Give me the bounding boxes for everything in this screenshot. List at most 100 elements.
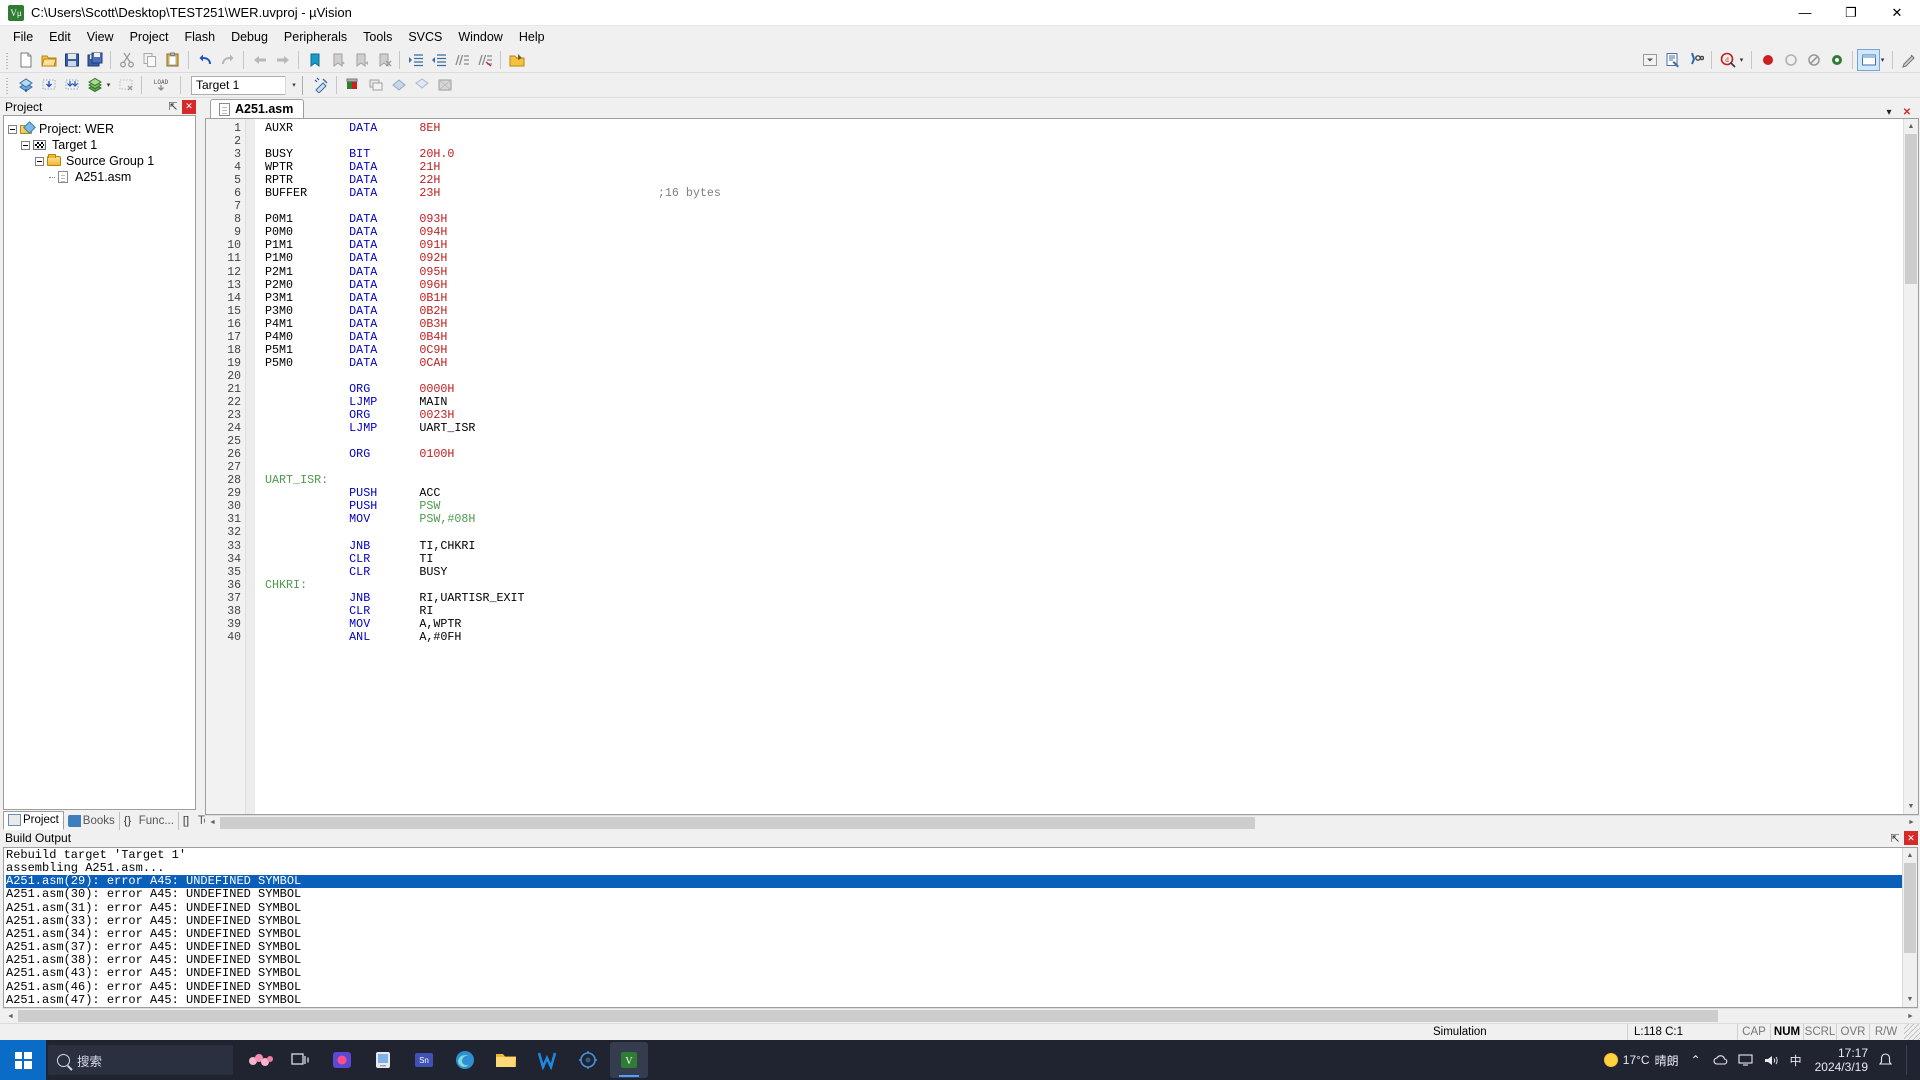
code-line[interactable] — [265, 461, 1903, 474]
code-line[interactable]: CLR RI — [265, 604, 1903, 618]
tab-books[interactable]: Books — [64, 811, 120, 830]
clear-bookmarks-icon[interactable] — [372, 49, 395, 71]
build-output-line[interactable]: Rebuild target 'Target 1' — [6, 848, 1902, 862]
menu-project[interactable]: Project — [122, 27, 177, 47]
configure-target-icon[interactable] — [1661, 49, 1684, 71]
scroll-down-icon[interactable]: ▼ — [1904, 798, 1918, 814]
undo-icon[interactable] — [193, 49, 216, 71]
rebuild-icon[interactable] — [60, 74, 83, 96]
target-options-icon[interactable] — [309, 74, 332, 96]
chevron-up-icon[interactable]: ⌃ — [1688, 1052, 1704, 1068]
show-desktop-button[interactable] — [1906, 1045, 1912, 1075]
code-line[interactable]: LJMP UART_ISR — [265, 422, 1903, 435]
code-line[interactable]: CLR BUSY — [265, 565, 1903, 579]
taskbar-app-media[interactable] — [323, 1042, 361, 1078]
scroll-right-icon[interactable]: ► — [1904, 815, 1919, 830]
code-line[interactable]: MOV PSW,#08H — [265, 513, 1903, 526]
maximize-button[interactable]: ❐ — [1828, 0, 1874, 26]
remove-item-icon[interactable] — [387, 74, 410, 96]
save-all-icon[interactable] — [83, 49, 106, 71]
code-line[interactable]: PUSH PSW — [265, 500, 1903, 513]
taskbar-search-box[interactable]: 搜索 — [48, 1045, 233, 1075]
paste-icon[interactable] — [161, 49, 184, 71]
build-output-line[interactable]: A251.asm(31): error A45: UNDEFINED SYMBO… — [6, 901, 1902, 915]
menu-view[interactable]: View — [79, 27, 122, 47]
code-line[interactable]: WPTR DATA 21H — [265, 161, 1903, 174]
tree-item-file[interactable]: A251.asm — [8, 169, 195, 185]
close-icon[interactable]: ✕ — [182, 99, 196, 114]
download-icon[interactable]: LOAD — [146, 74, 176, 96]
scroll-up-icon[interactable]: ▲ — [1904, 119, 1918, 134]
manage-runtime-env-icon[interactable] — [364, 74, 387, 96]
save-icon[interactable] — [60, 49, 83, 71]
tree-item-target[interactable]: Target 1 — [8, 137, 195, 153]
code-line[interactable]: BUSY BIT 20H.0 — [265, 148, 1903, 161]
code-line[interactable]: BUFFER DATA 23H ;16 bytes — [265, 187, 1903, 200]
code-line[interactable] — [265, 526, 1903, 539]
code-line[interactable]: P3M0 DATA 0B2H — [265, 304, 1903, 318]
comment-block-icon[interactable] — [450, 49, 473, 71]
vertical-scroll-track[interactable] — [1903, 862, 1917, 992]
target-selector[interactable]: Target 1 ▾ — [191, 75, 303, 95]
scroll-left-icon[interactable]: ◄ — [205, 815, 220, 830]
horizontal-scroll-thumb[interactable] — [220, 816, 1255, 829]
open-file-icon[interactable] — [37, 49, 60, 71]
build-output-line[interactable]: A251.asm(33): error A45: UNDEFINED SYMBO… — [6, 914, 1902, 928]
uncomment-block-icon[interactable] — [473, 49, 496, 71]
cut-icon[interactable] — [115, 49, 138, 71]
tree-item-project[interactable]: Project: WER — [8, 121, 195, 137]
next-bookmark-icon[interactable] — [349, 49, 372, 71]
notification-icon[interactable] — [1877, 1052, 1893, 1068]
code-line[interactable]: PUSH ACC — [265, 487, 1903, 500]
project-tree[interactable]: Project: WER Target 1 Source Group 1 A25… — [3, 115, 196, 810]
breakpoint-margin[interactable] — [246, 119, 255, 814]
code-line[interactable]: AUXR DATA 8EH — [265, 121, 1903, 135]
build-output-line[interactable]: A251.asm(47): error A45: UNDEFINED SYMBO… — [6, 993, 1902, 1007]
windows-start-icon[interactable] — [0, 1040, 46, 1080]
kill-breakpoints-icon[interactable] — [1779, 49, 1802, 71]
code-line[interactable]: ANL A,#0FH — [265, 630, 1903, 644]
scroll-down-icon[interactable]: ▼ — [1903, 992, 1917, 1007]
code-line[interactable]: P0M0 DATA 094H — [265, 226, 1903, 239]
navigate-forward-icon[interactable] — [271, 49, 294, 71]
code-line[interactable]: UART_ISR: — [265, 474, 1903, 487]
stop-build-icon[interactable] — [114, 74, 137, 96]
indent-icon[interactable] — [404, 49, 427, 71]
insert-bookmark-icon[interactable] — [303, 49, 326, 71]
ime-icon[interactable]: 中 — [1788, 1052, 1804, 1068]
close-icon[interactable]: ✕ — [1904, 831, 1918, 846]
tab-functions[interactable]: {} Func... — [120, 811, 179, 830]
menu-help[interactable]: Help — [511, 27, 553, 47]
expander-icon[interactable] — [35, 156, 44, 166]
close-button[interactable]: ✕ — [1874, 0, 1920, 26]
menu-peripherals[interactable]: Peripherals — [276, 27, 355, 47]
window-layout-icon[interactable] — [1857, 49, 1880, 71]
menu-edit[interactable]: Edit — [41, 27, 79, 47]
code-line[interactable]: P2M1 DATA 095H — [265, 265, 1903, 279]
scroll-right-icon[interactable]: ► — [1903, 1009, 1918, 1023]
disable-breakpoint-icon[interactable] — [1802, 49, 1825, 71]
taskbar-app-uvision[interactable]: V — [610, 1042, 648, 1078]
code-line[interactable]: P1M1 DATA 091H — [265, 239, 1903, 252]
code-line[interactable]: JNB RI,UARTISR_EXIT — [265, 591, 1903, 605]
code-line[interactable]: P5M0 DATA 0CAH — [265, 356, 1903, 370]
pin-icon[interactable]: ⇱ — [166, 100, 180, 114]
menu-window[interactable]: Window — [450, 27, 510, 47]
code-line[interactable]: ORG 0023H — [265, 409, 1903, 422]
code-line[interactable]: P2M0 DATA 096H — [265, 278, 1903, 292]
menu-file[interactable]: File — [5, 27, 41, 47]
start-debug-session-icon[interactable]: d — [1716, 49, 1739, 71]
taskbar-app-store[interactable] — [364, 1042, 402, 1078]
menu-tools[interactable]: Tools — [355, 27, 400, 47]
new-file-icon[interactable] — [14, 49, 37, 71]
resize-grip[interactable] — [1904, 1023, 1920, 1041]
code-line[interactable] — [265, 135, 1903, 148]
horizontal-scroll-track[interactable] — [18, 1009, 1903, 1023]
insert-breakpoint-icon[interactable] — [1756, 49, 1779, 71]
redo-icon[interactable] — [216, 49, 239, 71]
code-line[interactable]: ORG 0000H — [265, 382, 1903, 396]
build-horizontal-scrollbar[interactable]: ◄ ► — [3, 1008, 1918, 1023]
build-icon[interactable] — [37, 74, 60, 96]
taskbar-app-sakura[interactable] — [241, 1042, 279, 1078]
editor-close-icon[interactable]: ✕ — [1900, 107, 1914, 118]
